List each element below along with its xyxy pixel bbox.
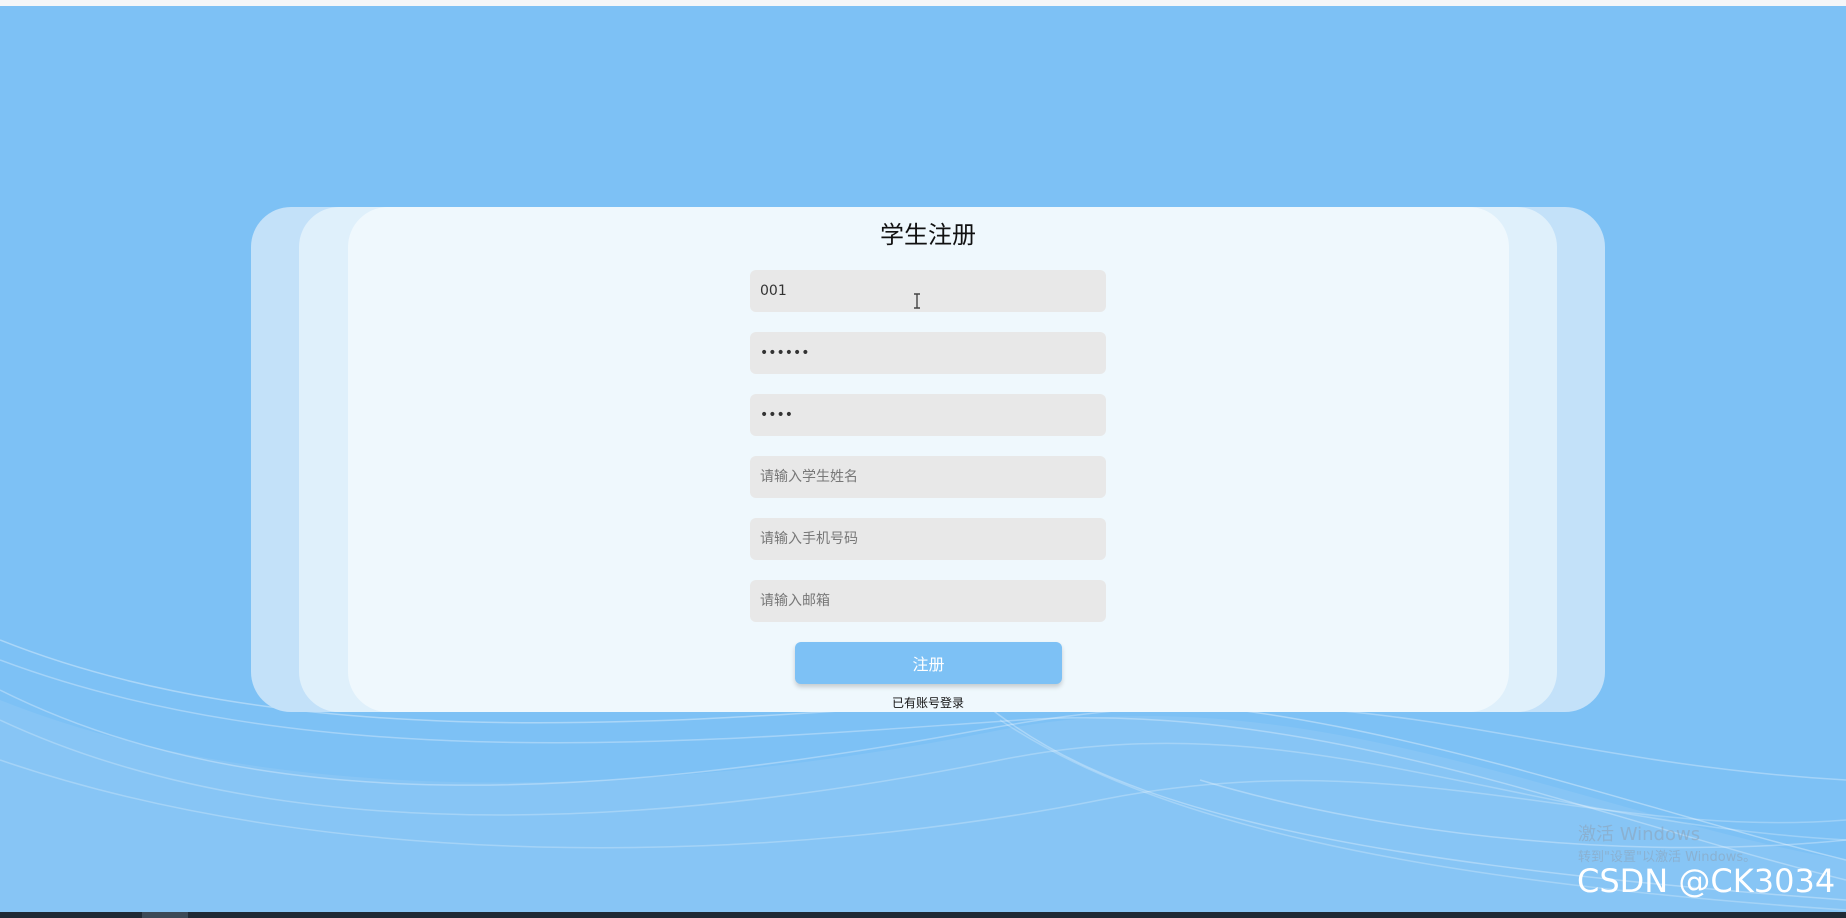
- register-button[interactable]: 注册: [795, 642, 1062, 684]
- taskbar-item[interactable]: [142, 912, 188, 918]
- student-name-input[interactable]: [750, 456, 1106, 498]
- confirm-password-input[interactable]: [750, 394, 1106, 436]
- password-input[interactable]: [750, 332, 1106, 374]
- csdn-watermark: CSDN @CK3034: [1577, 862, 1836, 900]
- login-link[interactable]: 已有账号登录: [828, 694, 1028, 711]
- windows-activation-title: 激活 Windows: [1578, 824, 1701, 845]
- email-input[interactable]: [750, 580, 1106, 622]
- student-id-input[interactable]: [750, 270, 1106, 312]
- taskbar: [0, 912, 1846, 918]
- phone-input[interactable]: [750, 518, 1106, 560]
- page-title: 学生注册: [880, 221, 976, 249]
- text-cursor-icon: [914, 293, 920, 309]
